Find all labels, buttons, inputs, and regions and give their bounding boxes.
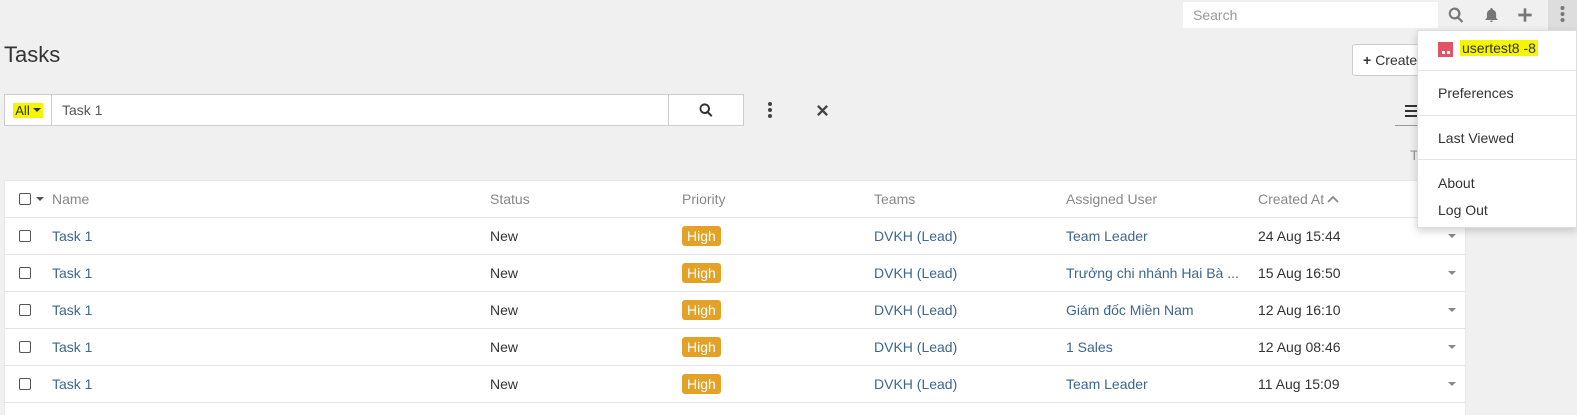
column-header-status[interactable]: Status — [490, 181, 530, 217]
row-actions-caret-icon[interactable] — [1448, 308, 1456, 312]
team-link[interactable]: DVKH (Lead) — [874, 218, 957, 254]
sort-ascending-icon — [1327, 195, 1339, 203]
table-header-row: Name Status Priority Teams Assigned User… — [5, 181, 1465, 218]
table-row: Task 1 New High DVKH (Lead) Trưởng chi n… — [5, 255, 1465, 292]
row-actions-caret-icon[interactable] — [1448, 345, 1456, 349]
column-header-priority[interactable]: Priority — [682, 181, 726, 217]
row-checkbox[interactable] — [19, 341, 31, 353]
menu-divider — [1418, 70, 1577, 71]
create-label: Create — [1375, 52, 1418, 68]
filter-search-button[interactable] — [668, 95, 743, 125]
filter-text-input[interactable] — [52, 95, 668, 125]
column-header-created-at[interactable]: Created At — [1258, 181, 1339, 217]
task-name-link[interactable]: Task 1 — [52, 255, 92, 291]
task-status: New — [490, 265, 519, 281]
task-name-link[interactable]: Task 1 — [52, 366, 92, 402]
menu-button[interactable] — [1548, 0, 1577, 30]
task-name-link[interactable]: Task 1 — [52, 292, 92, 328]
vertical-dots-icon — [768, 102, 772, 118]
team-link[interactable]: DVKH (Lead) — [874, 292, 957, 328]
table-row: Task 1 New High DVKH (Lead) Giám đốc Miề… — [5, 292, 1465, 329]
filter-scope-dropdown[interactable]: All — [5, 95, 52, 125]
created-at-label: Created At — [1258, 191, 1325, 207]
row-actions-caret-icon[interactable] — [1448, 234, 1456, 238]
created-at-value: 12 Aug 08:46 — [1258, 339, 1341, 355]
task-status: New — [490, 302, 519, 318]
table-row: Task 1 New High DVKH (Lead) 1 Sales 12 A… — [5, 329, 1465, 366]
page-title: Tasks — [4, 42, 61, 67]
assigned-user-link[interactable]: Team Leader — [1066, 218, 1148, 254]
team-link[interactable]: DVKH (Lead) — [874, 366, 957, 402]
assigned-user-link[interactable]: 1 Sales — [1066, 329, 1113, 365]
column-header-name[interactable]: Name — [52, 181, 89, 217]
search-icon[interactable] — [1443, 3, 1469, 27]
global-search-input[interactable] — [1183, 2, 1438, 28]
select-all-control[interactable] — [19, 181, 44, 217]
row-actions-caret-icon[interactable] — [1448, 271, 1456, 275]
menu-divider — [1418, 159, 1577, 160]
filter-scope-label: All — [15, 102, 30, 118]
created-at-value: 24 Aug 15:44 — [1258, 228, 1341, 244]
user-menu-username[interactable]: usertest8 -8 — [1460, 40, 1538, 56]
row-checkbox[interactable] — [19, 230, 31, 242]
table-row: Task 1 New High DVKH (Lead) Team Leader … — [5, 366, 1465, 403]
task-name-link[interactable]: Task 1 — [52, 218, 92, 254]
created-at-value: 12 Aug 16:10 — [1258, 302, 1341, 318]
row-checkbox[interactable] — [19, 378, 31, 390]
user-menu-dropdown: usertest8 -8 Preferences Last Viewed Abo… — [1417, 30, 1577, 228]
assigned-user-link[interactable]: Trưởng chi nhánh Hai Bà ... — [1066, 255, 1239, 291]
menu-item-last-viewed[interactable]: Last Viewed — [1438, 130, 1514, 146]
bell-icon[interactable] — [1478, 3, 1504, 27]
filter-options-button[interactable] — [760, 100, 780, 120]
team-link[interactable]: DVKH (Lead) — [874, 329, 957, 365]
assigned-user-link[interactable]: Team Leader — [1066, 366, 1148, 402]
priority-badge: High — [682, 300, 721, 320]
reset-filter-button[interactable] — [812, 100, 832, 120]
table-row: Task 1 New High DVKH (Lead) Team Leader … — [5, 218, 1465, 255]
menu-item-log-out[interactable]: Log Out — [1438, 202, 1488, 218]
menu-item-preferences[interactable]: Preferences — [1438, 85, 1513, 101]
row-checkbox[interactable] — [19, 267, 31, 279]
task-status: New — [490, 339, 519, 355]
created-at-value: 15 Aug 16:50 — [1258, 265, 1341, 281]
row-actions-caret-icon[interactable] — [1448, 382, 1456, 386]
select-all-checkbox[interactable] — [19, 193, 31, 205]
avatar — [1438, 42, 1453, 57]
team-link[interactable]: DVKH (Lead) — [874, 255, 957, 291]
priority-badge: High — [682, 337, 721, 357]
priority-badge: High — [682, 226, 721, 246]
task-status: New — [490, 228, 519, 244]
row-checkbox[interactable] — [19, 304, 31, 316]
column-header-teams[interactable]: Teams — [874, 181, 915, 217]
assigned-user-link[interactable]: Giám đốc Miền Nam — [1066, 292, 1194, 328]
priority-badge: High — [682, 374, 721, 394]
view-mode-button[interactable] — [1395, 96, 1419, 126]
priority-badge: High — [682, 263, 721, 283]
search-icon — [699, 103, 713, 117]
task-status: New — [490, 376, 519, 392]
menu-item-about[interactable]: About — [1438, 175, 1475, 191]
caret-down-icon[interactable] — [36, 197, 44, 201]
task-name-link[interactable]: Task 1 — [52, 329, 92, 365]
close-icon — [816, 104, 828, 116]
vertical-dots-icon — [1560, 6, 1565, 22]
tasks-table: Name Status Priority Teams Assigned User… — [4, 180, 1466, 415]
created-at-value: 11 Aug 15:09 — [1258, 376, 1340, 392]
plus-icon: + — [1363, 52, 1372, 68]
column-header-assigned-user[interactable]: Assigned User — [1066, 181, 1157, 217]
plus-icon[interactable] — [1512, 3, 1538, 27]
filter-bar: All — [4, 94, 744, 126]
caret-down-icon — [32, 108, 41, 112]
menu-divider — [1418, 115, 1577, 116]
